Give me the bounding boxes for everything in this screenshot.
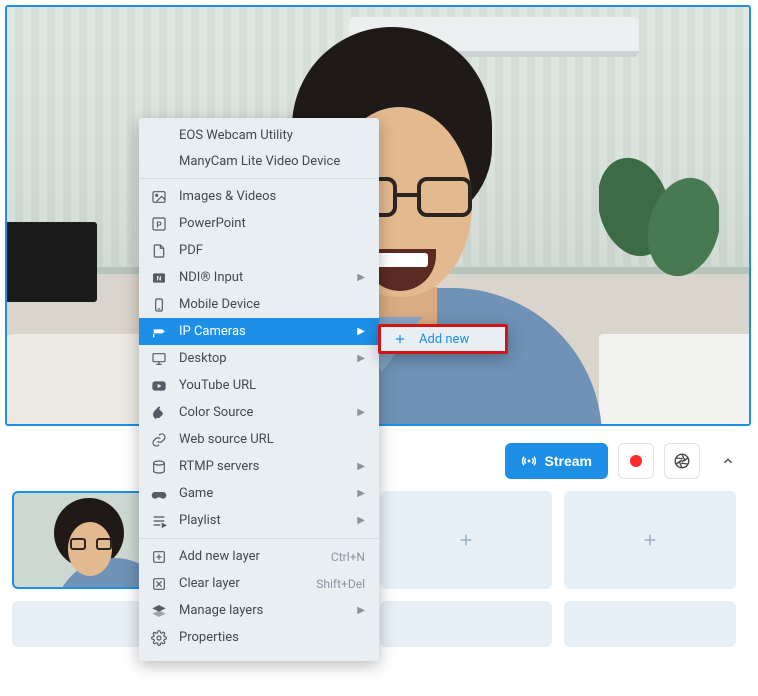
menu-item-mobile-device[interactable]: Mobile Device — [139, 291, 379, 318]
playlist-icon — [151, 513, 167, 529]
properties-icon — [151, 630, 167, 646]
game-icon — [151, 486, 167, 502]
youtube-icon — [151, 378, 167, 394]
scene-table — [599, 334, 751, 426]
menu-item-ip-cameras[interactable]: IP Cameras ▶ — [139, 318, 379, 345]
snapshot-button[interactable] — [664, 443, 700, 479]
rtmp-icon — [151, 459, 167, 475]
menu-item-add-new-layer[interactable]: Add new layer Ctrl+N — [139, 543, 379, 570]
ip-cameras-submenu: Add new — [378, 324, 508, 354]
menu-item-manycam-lite[interactable]: ManyCam Lite Video Device — [139, 148, 379, 174]
layer-tiles — [0, 491, 758, 647]
layer-tile-empty[interactable] — [564, 491, 736, 589]
svg-text:P: P — [156, 220, 162, 229]
menu-item-rtmp-servers[interactable]: RTMP servers ▶ — [139, 453, 379, 480]
scene-tv — [5, 222, 97, 302]
menu-item-desktop[interactable]: Desktop ▶ — [139, 345, 379, 372]
menu-item-images-videos[interactable]: Images & Videos — [139, 183, 379, 210]
menu-item-label: Clear layer — [179, 576, 304, 591]
image-icon — [151, 189, 167, 205]
menu-item-game[interactable]: Game ▶ — [139, 480, 379, 507]
layer-tile-empty[interactable] — [564, 601, 736, 647]
menu-item-ndi-input[interactable]: N NDI® Input ▶ — [139, 264, 379, 291]
scene-plant — [599, 137, 719, 297]
stream-button-label: Stream — [545, 453, 592, 469]
chevron-right-icon: ▶ — [357, 407, 365, 418]
plus-icon — [457, 531, 475, 549]
menu-shortcut: Shift+Del — [316, 577, 365, 591]
menu-item-properties[interactable]: Properties — [139, 624, 379, 651]
link-icon — [151, 432, 167, 448]
chevron-right-icon: ▶ — [357, 326, 365, 337]
menu-item-web-source-url[interactable]: Web source URL — [139, 426, 379, 453]
menu-item-label: Manage layers — [179, 603, 345, 618]
pdf-icon — [151, 243, 167, 259]
menu-item-label: YouTube URL — [179, 378, 365, 393]
manage-layers-icon — [151, 603, 167, 619]
collapse-button[interactable] — [710, 443, 746, 479]
menu-item-pdf[interactable]: PDF — [139, 237, 379, 264]
menu-item-playlist[interactable]: Playlist ▶ — [139, 507, 379, 534]
chevron-right-icon: ▶ — [357, 605, 365, 616]
stream-button[interactable]: Stream — [505, 443, 608, 479]
chevron-right-icon: ▶ — [357, 353, 365, 364]
menu-item-label: Color Source — [179, 405, 345, 420]
chevron-right-icon: ▶ — [357, 272, 365, 283]
svg-text:N: N — [157, 275, 162, 282]
ip-camera-icon — [151, 324, 167, 340]
color-icon — [151, 405, 167, 421]
powerpoint-icon: P — [151, 216, 167, 232]
mobile-icon — [151, 297, 167, 313]
menu-item-label: Images & Videos — [179, 189, 365, 204]
broadcast-icon — [521, 453, 537, 469]
aperture-icon — [673, 452, 691, 470]
menu-item-powerpoint[interactable]: P PowerPoint — [139, 210, 379, 237]
add-new-ip-camera[interactable]: Add new — [381, 327, 505, 351]
menu-item-label: Desktop — [179, 351, 345, 366]
clear-layer-icon — [151, 576, 167, 592]
record-icon — [630, 455, 642, 467]
plus-icon — [641, 531, 659, 549]
ndi-icon: N — [151, 270, 167, 286]
plus-icon — [393, 332, 407, 346]
menu-item-color-source[interactable]: Color Source ▶ — [139, 399, 379, 426]
chevron-up-icon — [721, 454, 735, 468]
menu-item-label: RTMP servers — [179, 459, 345, 474]
menu-item-label: IP Cameras — [179, 324, 345, 339]
source-context-menu: EOS Webcam Utility ManyCam Lite Video De… — [139, 118, 379, 661]
menu-item-label: PowerPoint — [179, 216, 365, 231]
menu-item-label: Web source URL — [179, 432, 365, 447]
menu-item-label: Playlist — [179, 513, 345, 528]
layer-tile-empty[interactable] — [380, 491, 552, 589]
layer-tile-empty[interactable] — [380, 601, 552, 647]
chevron-right-icon: ▶ — [357, 461, 365, 472]
chevron-right-icon: ▶ — [357, 488, 365, 499]
menu-item-label: Properties — [179, 630, 365, 645]
menu-item-manage-layers[interactable]: Manage layers ▶ — [139, 597, 379, 624]
menu-item-label: Game — [179, 486, 345, 501]
desktop-icon — [151, 351, 167, 367]
toolbar: Stream — [0, 431, 758, 491]
menu-item-label: Add new layer — [179, 549, 319, 564]
chevron-right-icon: ▶ — [357, 515, 365, 526]
menu-item-label: PDF — [179, 243, 365, 258]
menu-item-label: Mobile Device — [179, 297, 365, 312]
menu-item-youtube-url[interactable]: YouTube URL — [139, 372, 379, 399]
menu-shortcut: Ctrl+N — [331, 550, 365, 564]
record-button[interactable] — [618, 443, 654, 479]
add-layer-icon — [151, 549, 167, 565]
menu-item-label: NDI® Input — [179, 270, 345, 285]
menu-item-clear-layer[interactable]: Clear layer Shift+Del — [139, 570, 379, 597]
add-new-label: Add new — [419, 332, 469, 347]
menu-item-eos-webcam[interactable]: EOS Webcam Utility — [139, 122, 379, 148]
